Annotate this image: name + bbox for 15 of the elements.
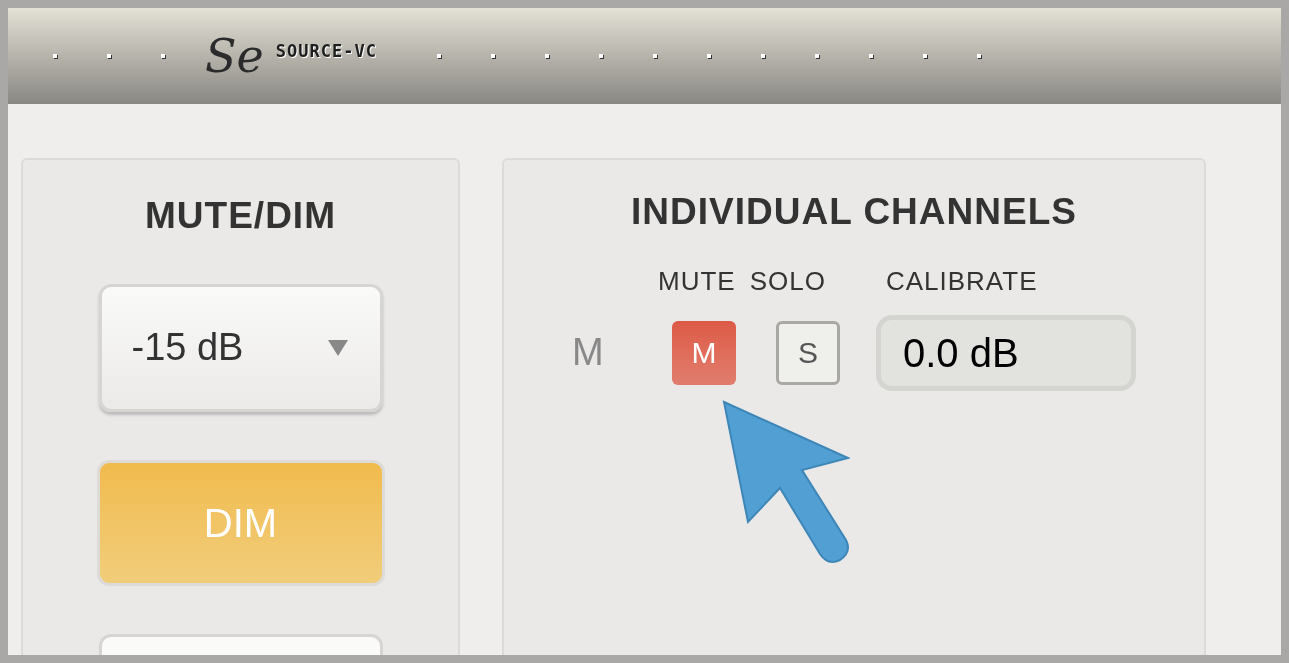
caret-icon bbox=[327, 339, 348, 356]
dim-level-dropdown[interactable]: -15 dB bbox=[98, 283, 383, 412]
column-label: SOLO bbox=[749, 264, 826, 298]
channel-label: M bbox=[572, 330, 605, 375]
dropdown-value: -15 dB bbox=[131, 325, 244, 370]
calibrate-field[interactable]: 0.0 dB bbox=[876, 314, 1136, 391]
solo-button[interactable]: S bbox=[776, 320, 840, 385]
panel-title: INDIVIDUAL CHANNELS bbox=[631, 190, 1077, 234]
logo: Se bbox=[205, 33, 264, 79]
column-label: MUTE bbox=[658, 264, 736, 298]
mute-button[interactable]: M bbox=[672, 320, 736, 385]
pointer-arrow-icon bbox=[722, 400, 850, 566]
product-name: SOURCE-VC bbox=[275, 40, 377, 63]
panel-title: MUTE/DIM bbox=[145, 194, 336, 238]
column-label: CALIBRATE bbox=[885, 264, 1038, 298]
